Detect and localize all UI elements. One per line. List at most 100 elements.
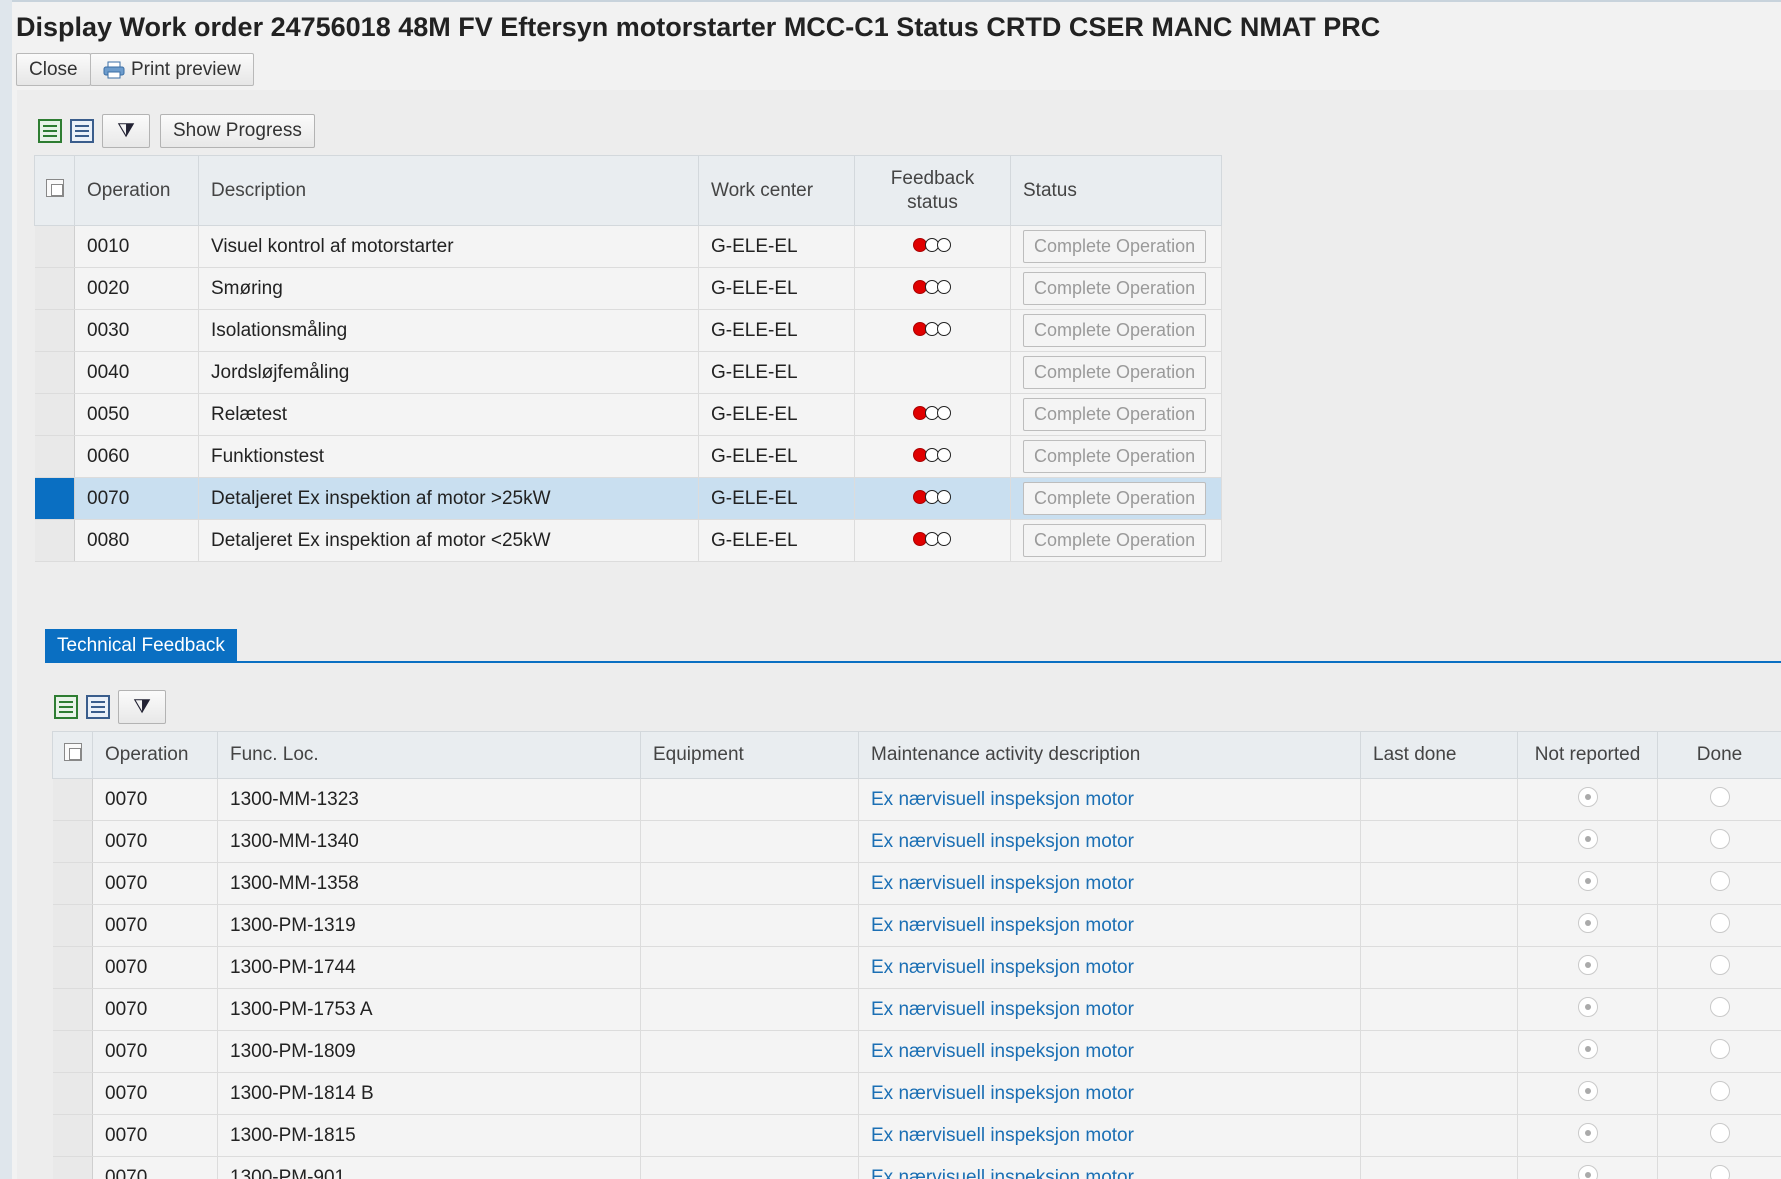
not-reported-radio[interactable]	[1577, 786, 1598, 807]
col-not-reported[interactable]: Not reported	[1517, 731, 1658, 779]
work-center-cell: G-ELE-EL	[698, 267, 855, 310]
table-row[interactable]: 0070 1300-PM-1744 Ex nærvisuell inspeksjon…	[52, 946, 1781, 989]
done-radio[interactable]	[1709, 870, 1730, 891]
table-row[interactable]: 0010 Visuel kontrol af motorstarter G-ELE-…	[34, 225, 1222, 268]
complete-operation-button[interactable]: Complete Operation	[1023, 524, 1207, 557]
activity-link[interactable]: Ex nærvisuell inspeksjon motor	[871, 1041, 1134, 1062]
row-selector[interactable]	[34, 267, 75, 310]
row-selector[interactable]	[34, 519, 75, 562]
complete-operation-button[interactable]: Complete Operation	[1023, 398, 1207, 431]
done-radio[interactable]	[1709, 912, 1730, 933]
activity-link[interactable]: Ex nærvisuell inspeksjon motor	[871, 1125, 1134, 1146]
col-func-loc[interactable]: Func. Loc.	[217, 731, 641, 779]
col-operation[interactable]: Operation	[74, 155, 199, 226]
row-selector[interactable]	[34, 435, 75, 478]
row-selector[interactable]	[52, 946, 93, 989]
close-button[interactable]: Close	[16, 53, 91, 86]
done-radio[interactable]	[1709, 828, 1730, 849]
table-row[interactable]: 0070 1300-PM-1809 Ex nærvisuell inspeksjon…	[52, 1030, 1781, 1073]
col-description[interactable]: Description	[198, 155, 699, 226]
table-row[interactable]: 0020 Smøring G-ELE-EL Complete Operation	[34, 267, 1222, 310]
filter-icon: ⧩	[117, 119, 135, 142]
col-last-done[interactable]: Last done	[1360, 731, 1518, 779]
activity-link[interactable]: Ex nærvisuell inspeksjon motor	[871, 915, 1134, 936]
col-activity[interactable]: Maintenance activity description	[858, 731, 1361, 779]
not-reported-radio[interactable]	[1577, 1164, 1598, 1179]
activity-link[interactable]: Ex nærvisuell inspeksjon motor	[871, 1083, 1134, 1104]
table-row[interactable]: 0070 1300-PM-1753 A Ex nærvisuell inspeksj…	[52, 988, 1781, 1031]
activity-link[interactable]: Ex nærvisuell inspeksjon motor	[871, 999, 1134, 1020]
table-row[interactable]: 0070 1300-MM-1323 Ex nærvisuell inspeksjon…	[52, 778, 1781, 821]
activity-link[interactable]: Ex nærvisuell inspeksjon motor	[871, 957, 1134, 978]
table-row[interactable]: 0070 1300-PM-1319 Ex nærvisuell inspeksjon…	[52, 904, 1781, 947]
table-row[interactable]: 0040 Jordsløjfemåling G-ELE-EL Complete Ope…	[34, 351, 1222, 394]
not-reported-radio[interactable]	[1577, 912, 1598, 933]
complete-operation-button[interactable]: Complete Operation	[1023, 314, 1207, 347]
done-radio[interactable]	[1709, 1038, 1730, 1059]
row-selector[interactable]	[52, 904, 93, 947]
complete-operation-button[interactable]: Complete Operation	[1023, 482, 1207, 515]
select-layout-button[interactable]	[36, 114, 64, 148]
tf-select-layout-button[interactable]	[52, 690, 80, 724]
complete-operation-button[interactable]: Complete Operation	[1023, 272, 1207, 305]
col-feedback-status[interactable]: Feedback status	[854, 155, 1011, 226]
row-selector[interactable]	[34, 477, 75, 520]
col-done[interactable]: Done	[1657, 731, 1781, 779]
table-row[interactable]: 0070 1300-PM-1814 B Ex nærvisuell inspeksj…	[52, 1072, 1781, 1115]
complete-operation-button[interactable]: Complete Operation	[1023, 356, 1207, 389]
print-preview-button[interactable]: Print preview	[90, 53, 254, 86]
table-row[interactable]: 0030 Isolationsmåling G-ELE-EL Complete Ope…	[34, 309, 1222, 352]
tf-select-all-cell[interactable]	[52, 731, 93, 779]
row-selector[interactable]	[52, 820, 93, 863]
table-row[interactable]: 0060 Funktionstest G-ELE-EL Complete Operat…	[34, 435, 1222, 478]
table-row[interactable]: 0050 Relætest G-ELE-EL Complete Operation	[34, 393, 1222, 436]
row-selector[interactable]	[52, 1156, 93, 1179]
col-status[interactable]: Status	[1010, 155, 1222, 226]
table-row[interactable]: 0080 Detaljeret Ex inspektion af motor <2…	[34, 519, 1222, 562]
activity-link[interactable]: Ex nærvisuell inspeksjon motor	[871, 831, 1134, 852]
table-row[interactable]: 0070 1300-PM-1815 Ex nærvisuell inspeksjon…	[52, 1114, 1781, 1157]
change-layout-button[interactable]	[68, 114, 96, 148]
not-reported-radio[interactable]	[1577, 828, 1598, 849]
done-radio[interactable]	[1709, 954, 1730, 975]
row-selector[interactable]	[52, 1030, 93, 1073]
col-operation[interactable]: Operation	[92, 731, 218, 779]
row-selector[interactable]	[52, 1114, 93, 1157]
show-progress-button[interactable]: Show Progress	[160, 114, 315, 148]
tf-filter-button[interactable]: ⧩	[118, 690, 166, 724]
col-work-center[interactable]: Work center	[698, 155, 855, 226]
row-selector[interactable]	[52, 778, 93, 821]
not-reported-radio[interactable]	[1577, 1038, 1598, 1059]
select-all-cell[interactable]	[34, 155, 75, 226]
row-selector[interactable]	[52, 988, 93, 1031]
not-reported-radio[interactable]	[1577, 870, 1598, 891]
filter-button[interactable]: ⧩	[102, 114, 150, 148]
complete-operation-button[interactable]: Complete Operation	[1023, 230, 1207, 263]
activity-link[interactable]: Ex nærvisuell inspeksjon motor	[871, 789, 1134, 810]
not-reported-radio[interactable]	[1577, 1080, 1598, 1101]
table-row[interactable]: 0070 Detaljeret Ex inspektion af motor >2…	[34, 477, 1222, 520]
activity-link[interactable]: Ex nærvisuell inspeksjon motor	[871, 873, 1134, 894]
table-row[interactable]: 0070 1300-PM-901 Ex nærvisuell inspeksjon …	[52, 1156, 1781, 1179]
table-row[interactable]: 0070 1300-MM-1358 Ex nærvisuell inspeksjon…	[52, 862, 1781, 905]
not-reported-radio[interactable]	[1577, 1122, 1598, 1143]
done-radio[interactable]	[1709, 1122, 1730, 1143]
tf-change-layout-button[interactable]	[84, 690, 112, 724]
not-reported-radio[interactable]	[1577, 954, 1598, 975]
activity-link[interactable]: Ex nærvisuell inspeksjon motor	[871, 1167, 1134, 1179]
row-selector[interactable]	[52, 862, 93, 905]
row-selector[interactable]	[34, 351, 75, 394]
row-selector[interactable]	[34, 393, 75, 436]
not-reported-radio[interactable]	[1577, 996, 1598, 1017]
done-radio[interactable]	[1709, 1080, 1730, 1101]
complete-operation-button[interactable]: Complete Operation	[1023, 440, 1207, 473]
row-selector[interactable]	[52, 1072, 93, 1115]
table-row[interactable]: 0070 1300-MM-1340 Ex nærvisuell inspeksjon…	[52, 820, 1781, 863]
row-selector[interactable]	[34, 309, 75, 352]
done-radio[interactable]	[1709, 1164, 1730, 1179]
tab-technical-feedback[interactable]: Technical Feedback	[45, 629, 237, 662]
done-radio[interactable]	[1709, 996, 1730, 1017]
row-selector[interactable]	[34, 225, 75, 268]
col-equipment[interactable]: Equipment	[640, 731, 859, 779]
done-radio[interactable]	[1709, 786, 1730, 807]
